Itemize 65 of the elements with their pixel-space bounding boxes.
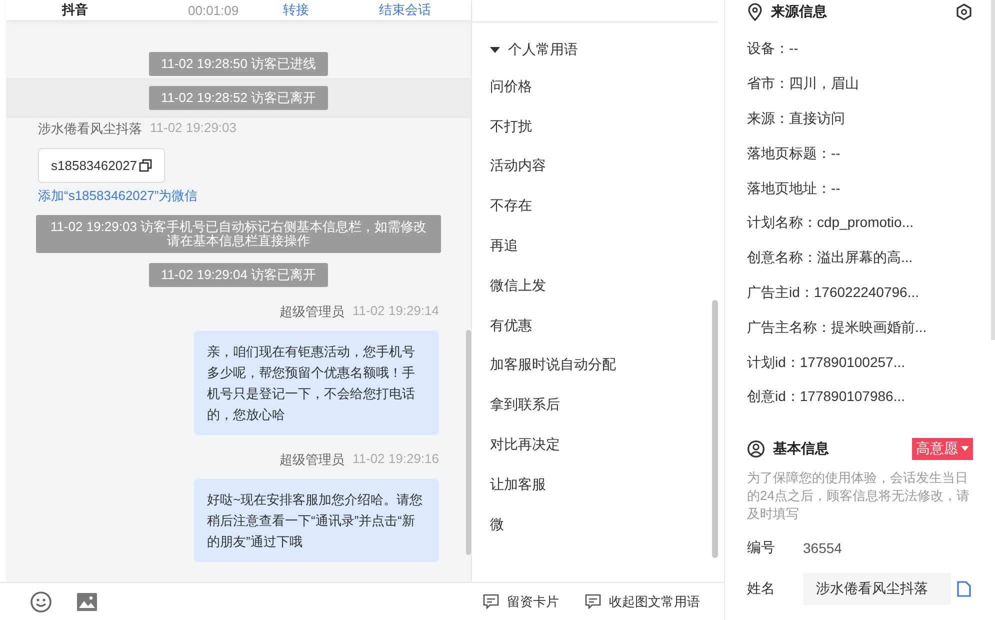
source-field: 设备：--: [747, 32, 973, 67]
document-icon[interactable]: [957, 580, 971, 597]
source-field: 广告主id：176022240796...: [747, 276, 973, 310]
field-label: 姓名: [747, 580, 776, 598]
user-icon: [747, 440, 765, 458]
notice-text: 为了保障您的使用体验，会话发生当日的24点之后，顾客信息将无法修改，请及时填写: [747, 468, 970, 523]
scrollbar[interactable]: [991, 0, 995, 340]
section-title: 基本信息: [773, 440, 829, 458]
sender-name: 超级管理员: [280, 451, 344, 469]
settings-icon[interactable]: [955, 3, 973, 21]
channel-name: 抖音: [62, 1, 88, 19]
phrase-item[interactable]: 有优惠: [490, 306, 706, 346]
field-value: 36554: [803, 540, 842, 556]
comment-icon: [585, 594, 601, 609]
phrase-item[interactable]: 微: [490, 504, 706, 545]
phrase-item[interactable]: 不打扰: [490, 106, 706, 147]
emoji-icon[interactable]: [30, 590, 52, 612]
source-field: 省市：四川，眉山: [747, 66, 973, 102]
phrase-item[interactable]: 拿到联系后: [490, 385, 706, 426]
source-field: 计划名称：cdp_promotio...: [747, 206, 973, 241]
field-label: 编号: [747, 538, 776, 557]
comment-icon: [483, 594, 499, 609]
phone-card: s18583462027: [38, 148, 166, 183]
section-title: 来源信息: [771, 3, 827, 21]
system-message: 11-02 19:28:50 访客已进线: [148, 52, 328, 76]
system-message: 11-02 19:28:52 访客已离开: [148, 86, 328, 110]
source-field: 来源：直接访问: [747, 102, 973, 136]
location-pin-icon: [747, 3, 763, 21]
sender-name: 涉水倦看风尘抖落: [38, 120, 142, 138]
add-wechat-link[interactable]: 添加“s18583462027”为微信: [38, 187, 198, 205]
session-action-link[interactable]: 转接: [283, 1, 309, 19]
session-duration: 00:01:09: [188, 2, 239, 18]
caret-icon: [961, 446, 969, 452]
phrase-item[interactable]: 让加客服: [490, 464, 706, 505]
image-icon[interactable]: [76, 592, 98, 612]
source-field: 落地页标题：--: [747, 136, 973, 172]
phrase-item[interactable]: 加客服时说自动分配: [490, 346, 706, 386]
scrollbar[interactable]: [712, 300, 718, 558]
message-bubble: 好哒~现在安排客服加您介绍哈。请您稍后注意查看一下“通讯录”并点击“新的朋友”通过下哦: [194, 479, 439, 562]
phrase-item[interactable]: 微信上发: [490, 266, 706, 306]
phrase-item[interactable]: 不存在: [490, 186, 706, 226]
caret-icon: [490, 47, 500, 53]
source-field: 落地页地址：--: [747, 171, 973, 206]
name-input[interactable]: 涉水倦看风尘抖落: [803, 572, 951, 605]
source-field: 创意名称：溢出屏幕的高...: [747, 240, 973, 276]
system-message: 11-02 19:29:04 访客已离开: [148, 263, 328, 287]
source-field: 创意id：177890107986...: [747, 380, 973, 415]
phrase-item[interactable]: 再追: [490, 226, 706, 266]
message-time: 11-02 19:29:16: [352, 451, 439, 468]
phrase-item[interactable]: 问价格: [490, 67, 706, 107]
source-field: 广告主名称：提米映画婚前...: [747, 310, 973, 346]
phrase-item[interactable]: 对比再决定: [490, 425, 706, 465]
message-time: 11-02 19:29:14: [352, 303, 439, 320]
sender-name: 超级管理员: [280, 303, 344, 321]
message-bubble: 亲，咱们现在有钜惠活动，您手机号多少呢，帮您预留个优惠名额哦！手机号只是登记一下，不会给您打电话的，您放心哈: [194, 331, 439, 435]
intent-tag[interactable]: 高意愿: [912, 438, 973, 460]
copy-icon: [139, 159, 152, 172]
session-action-link[interactable]: 结束会话: [379, 1, 431, 19]
source-field: 计划id：177890100257...: [747, 345, 973, 380]
scrollbar[interactable]: [466, 330, 471, 555]
toolbar-button[interactable]: 收起图文常用语: [585, 592, 700, 610]
message-time: 11-02 19:29:03: [150, 120, 236, 137]
system-message: 11-02 19:29:03 访客手机号已自动标记右侧基本信息栏，如需修改请在基本信息栏直接操作: [36, 215, 441, 253]
phrase-item[interactable]: 活动内容: [490, 146, 706, 186]
toolbar-button[interactable]: 留资卡片: [483, 592, 559, 610]
